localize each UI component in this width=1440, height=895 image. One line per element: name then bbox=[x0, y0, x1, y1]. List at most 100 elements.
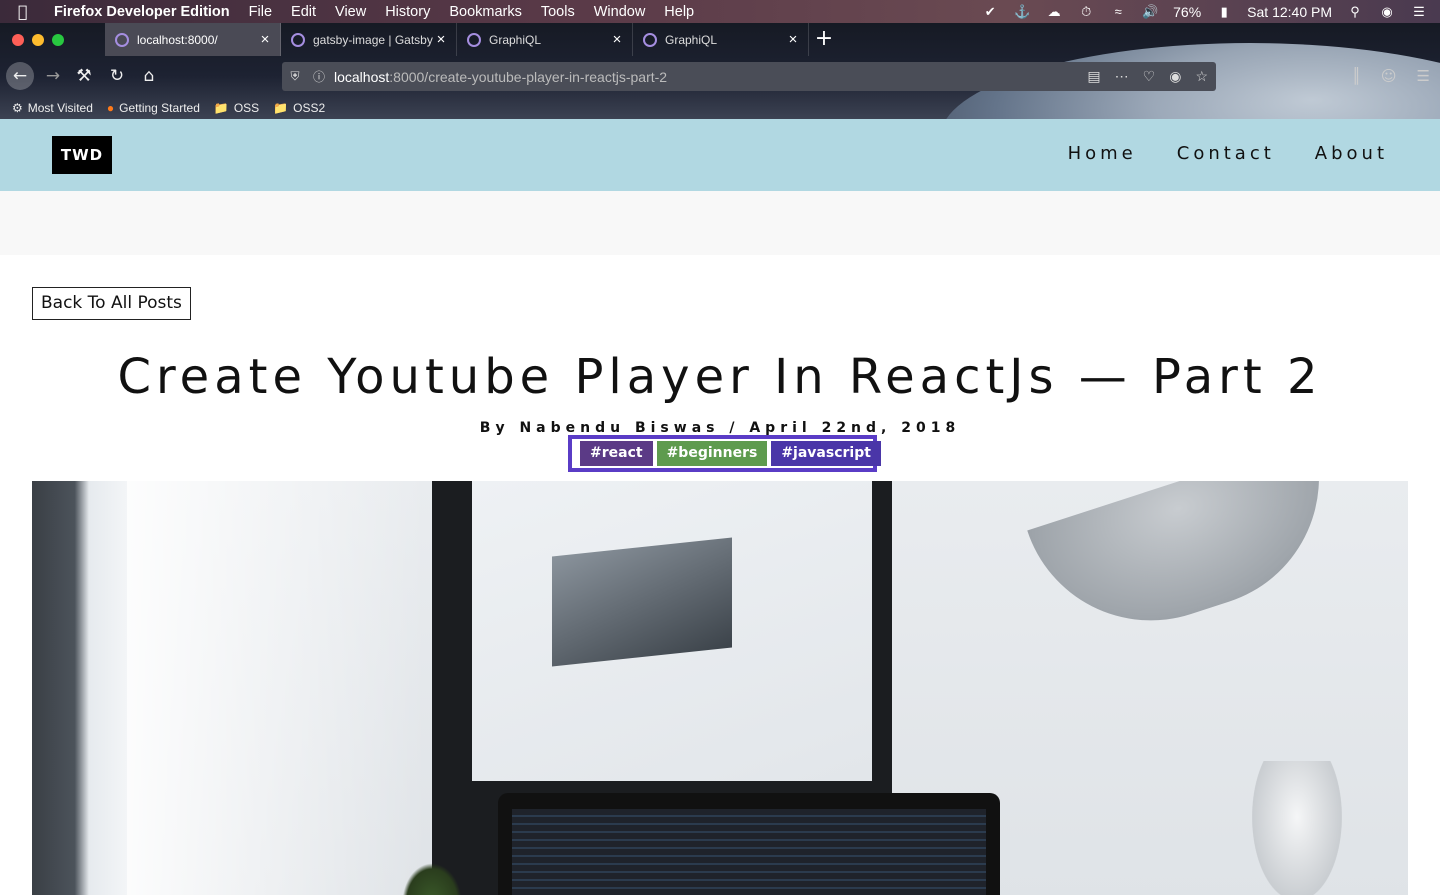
tag-beginners[interactable]: #beginners bbox=[656, 441, 768, 466]
docker-icon[interactable]: ⚓ bbox=[1013, 4, 1031, 20]
wrench-icon[interactable]: ⚒ bbox=[70, 62, 98, 90]
menu-edit[interactable]: Edit bbox=[291, 4, 316, 20]
nav-home[interactable]: Home bbox=[1068, 143, 1137, 164]
creative-cloud-icon[interactable]: ☁ bbox=[1045, 4, 1063, 20]
bookmarks-toolbar: ⚙ Most Visited ● Getting Started 📁 OSS 📁… bbox=[0, 97, 1440, 119]
firefox-icon: ● bbox=[106, 101, 115, 115]
battery-percent: 76% bbox=[1173, 3, 1202, 20]
gatsby-favicon-icon bbox=[291, 32, 305, 47]
site-logo[interactable]: TWD bbox=[52, 136, 112, 174]
battery-icon[interactable]: ▮ bbox=[1215, 4, 1233, 20]
site-nav: Home Contact About bbox=[1068, 143, 1388, 164]
tab-title: gatsby-image | Gatsby bbox=[313, 32, 433, 47]
hero-desk-lamp bbox=[1027, 481, 1353, 655]
nav-about[interactable]: About bbox=[1315, 143, 1388, 164]
todo-icon[interactable]: ✔ bbox=[981, 4, 999, 20]
menu-file[interactable]: File bbox=[249, 4, 272, 20]
menu-view[interactable]: View bbox=[335, 4, 366, 20]
tab-close-icon[interactable]: × bbox=[786, 31, 800, 48]
volume-icon[interactable]: 🔊 bbox=[1141, 4, 1159, 20]
bookmark-label: Most Visited bbox=[27, 101, 93, 115]
folder-icon: 📁 bbox=[273, 101, 289, 115]
hero-desk-gadget bbox=[1252, 761, 1342, 895]
tracking-shield-icon[interactable]: ⛨ bbox=[284, 69, 306, 84]
zoom-window-button[interactable] bbox=[52, 34, 64, 46]
tag-react[interactable]: #react bbox=[580, 441, 653, 466]
hero-window-frame bbox=[32, 481, 127, 895]
account-icon[interactable]: ☺ bbox=[1381, 67, 1397, 85]
header-spacer-band bbox=[0, 191, 1440, 255]
tab-localhost[interactable]: localhost:8000/ × bbox=[105, 23, 281, 56]
bookmark-folder-oss[interactable]: 📁 OSS bbox=[214, 101, 259, 115]
menubar-status-area: ✔ ⚓ ☁ ⏱ ≈ 🔊 76% ▮ Sat 12:40 PM ⚲ ◉ ☰ bbox=[981, 0, 1428, 23]
bookmark-label: OSS2 bbox=[293, 101, 326, 115]
pocket-icon[interactable]: ♡ bbox=[1143, 68, 1156, 85]
close-window-button[interactable] bbox=[12, 34, 24, 46]
tab-graphiql-2[interactable]: GraphiQL × bbox=[633, 23, 809, 56]
url-path: :8000/create-youtube-player-in-reactjs-p… bbox=[389, 68, 668, 85]
tab-close-icon[interactable]: × bbox=[258, 31, 272, 48]
web-page: TWD Home Contact About Back To All Posts… bbox=[0, 119, 1440, 895]
back-arrow-icon[interactable]: ← bbox=[6, 62, 34, 90]
tab-gatsby-image[interactable]: gatsby-image | Gatsby × bbox=[281, 23, 457, 56]
nav-contact[interactable]: Contact bbox=[1177, 143, 1275, 164]
graphiql-favicon-icon bbox=[467, 32, 481, 47]
url-host: localhost bbox=[334, 68, 390, 85]
menu-tools[interactable]: Tools bbox=[541, 4, 575, 20]
page-actions-icon[interactable]: ⋯ bbox=[1115, 68, 1129, 85]
bookmark-folder-oss2[interactable]: 📁 OSS2 bbox=[273, 101, 325, 115]
bookmark-most-visited[interactable]: ⚙ Most Visited bbox=[12, 101, 93, 115]
hamburger-menu-icon[interactable]: ☰ bbox=[1417, 67, 1430, 85]
bookmark-label: Getting Started bbox=[119, 101, 200, 115]
tab-graphiql-1[interactable]: GraphiQL × bbox=[457, 23, 633, 56]
toolbar-right: ║ ☺ ☰ bbox=[1352, 67, 1430, 85]
tab-title: GraphiQL bbox=[489, 32, 542, 47]
tab-close-icon[interactable]: × bbox=[434, 31, 448, 48]
back-to-all-posts-button[interactable]: Back To All Posts bbox=[32, 287, 191, 320]
post-title: Create Youtube Player In ReactJs — Part … bbox=[117, 349, 1323, 405]
menu-history[interactable]: History bbox=[385, 4, 430, 20]
new-tab-button[interactable]: + bbox=[809, 23, 839, 56]
notification-center-icon[interactable]: ☰ bbox=[1410, 4, 1428, 20]
gatsby-favicon-icon bbox=[115, 32, 129, 47]
browser-chrome: localhost:8000/ × gatsby-image | Gatsby … bbox=[0, 23, 1440, 119]
hero-laptop bbox=[498, 793, 1000, 895]
reader-view-icon[interactable]: ▤ bbox=[1087, 68, 1100, 85]
bookmark-getting-started[interactable]: ● Getting Started bbox=[107, 101, 200, 115]
wifi-icon[interactable]: ≈ bbox=[1109, 4, 1127, 20]
forward-arrow-icon[interactable]: → bbox=[39, 62, 67, 90]
tag-javascript[interactable]: #javascript bbox=[771, 441, 881, 466]
post-hero-image bbox=[32, 481, 1408, 895]
home-icon[interactable]: ⌂ bbox=[135, 62, 163, 90]
site-info-icon[interactable]: ⓘ bbox=[308, 68, 330, 85]
library-icon[interactable]: ║ bbox=[1352, 67, 1361, 85]
hero-monitor-screen bbox=[472, 481, 872, 781]
window-controls bbox=[12, 34, 64, 46]
site-header: TWD Home Contact About bbox=[0, 119, 1440, 191]
folder-icon: 📁 bbox=[213, 101, 229, 115]
spotlight-icon[interactable]: ⚲ bbox=[1346, 4, 1364, 20]
gatsby-extension-icon[interactable]: ◉ bbox=[1169, 68, 1181, 85]
graphiql-favicon-icon bbox=[643, 32, 657, 47]
menu-bookmarks[interactable]: Bookmarks bbox=[449, 4, 522, 20]
bookmark-star-icon[interactable]: ☆ bbox=[1195, 68, 1208, 85]
url-bar[interactable]: ⛨ ⓘ localhost:8000/create-youtube-player… bbox=[282, 62, 1216, 91]
tags-container: #react #beginners #javascript bbox=[568, 435, 881, 472]
menu-window[interactable]: Window bbox=[594, 4, 646, 20]
hero-laptop-code bbox=[512, 809, 986, 895]
menu-help[interactable]: Help bbox=[664, 4, 694, 20]
time-machine-icon[interactable]: ⏱ bbox=[1077, 4, 1095, 20]
hero-plant bbox=[402, 863, 462, 895]
apple-menu-icon[interactable]:  bbox=[18, 2, 38, 21]
hero-monitor-photo bbox=[552, 537, 732, 667]
macos-menubar:  Firefox Developer Edition File Edit Vi… bbox=[0, 0, 1440, 23]
tab-title: localhost:8000/ bbox=[137, 32, 218, 47]
menubar-clock[interactable]: Sat 12:40 PM bbox=[1247, 4, 1332, 20]
menu-app-name[interactable]: Firefox Developer Edition bbox=[54, 4, 230, 20]
url-bar-actions: ▤ ⋯ ♡ ◉ ☆ bbox=[1087, 68, 1216, 85]
tab-title: GraphiQL bbox=[665, 32, 718, 47]
reload-icon[interactable]: ↻ bbox=[103, 62, 131, 90]
minimize-window-button[interactable] bbox=[32, 34, 44, 46]
tab-close-icon[interactable]: × bbox=[610, 31, 624, 48]
siri-icon[interactable]: ◉ bbox=[1378, 4, 1396, 20]
